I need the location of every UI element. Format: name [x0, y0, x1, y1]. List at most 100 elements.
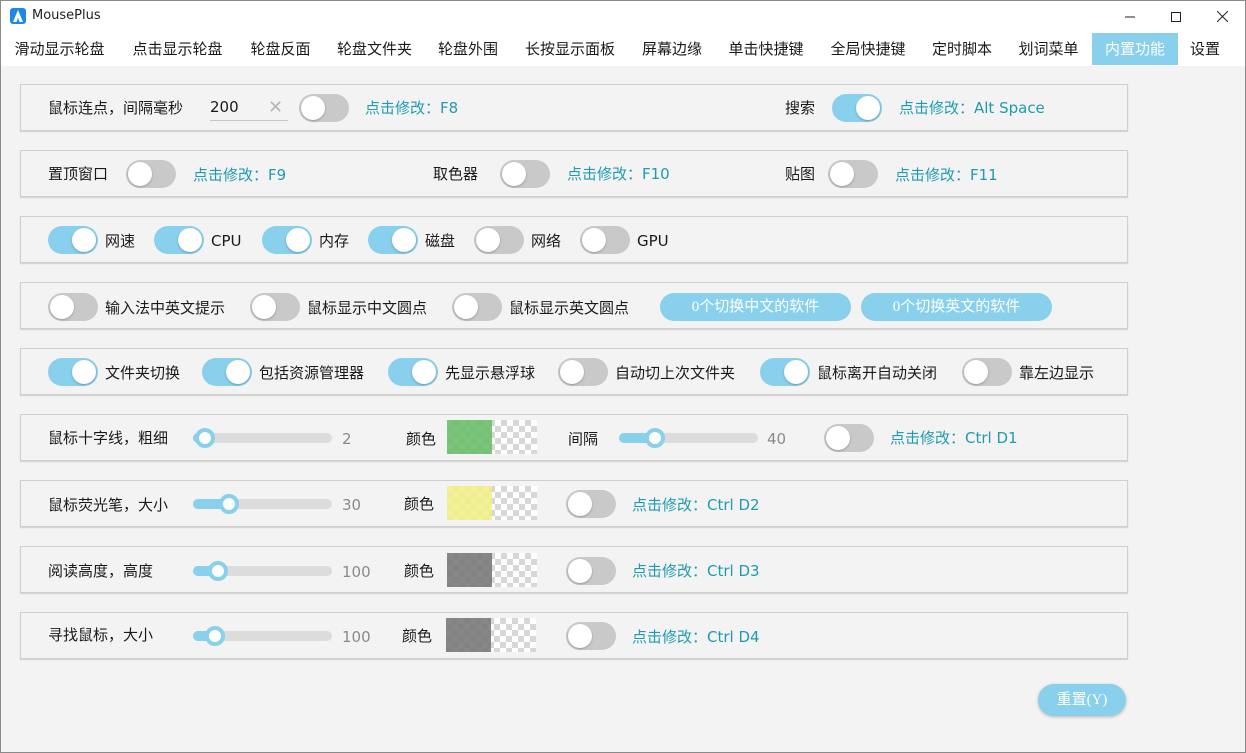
disk-label: 磁盘	[425, 232, 456, 250]
crosshair-slider-thumb[interactable]	[195, 428, 215, 448]
switch-cn-apps-button[interactable]: 0个切换中文的软件	[660, 293, 851, 321]
find-mouse-slider-thumb[interactable]	[205, 626, 225, 646]
color-picker-toggle[interactable]	[500, 160, 550, 188]
find-mouse-color-swatch[interactable]	[446, 618, 536, 652]
pin-window-hotkey[interactable]: 点击修改：F9	[193, 165, 286, 185]
network-toggle[interactable]	[474, 226, 524, 254]
panel-crosshair: 鼠标十字线，粗细 2 颜色 间隔 40 点击修改：Ctrl D1	[20, 414, 1128, 461]
crosshair-gap-thumb[interactable]	[645, 428, 665, 448]
highlighter-value: 30	[342, 496, 362, 514]
gpu-label: GPU	[637, 232, 669, 250]
crosshair-color-swatch[interactable]	[447, 420, 537, 454]
tab-wheel-folder[interactable]: 轮盘文件夹	[324, 33, 425, 65]
tab-builtin[interactable]: 内置功能	[1092, 33, 1178, 65]
explorer-label: 包括资源管理器	[259, 364, 365, 382]
auto-close-toggle[interactable]	[760, 358, 810, 386]
close-button[interactable]	[1199, 1, 1245, 32]
reading-toggle[interactable]	[566, 557, 616, 585]
crosshair-label: 鼠标十字线，粗细	[48, 429, 169, 447]
reset-button[interactable]: 重置(Y)	[1038, 684, 1126, 716]
crosshair-toggle[interactable]	[824, 424, 874, 452]
sticker-toggle[interactable]	[828, 160, 878, 188]
click-toggle[interactable]	[299, 94, 349, 122]
ime-hint-toggle[interactable]	[48, 293, 98, 321]
last-folder-toggle[interactable]	[558, 358, 608, 386]
crosshair-gap-value: 40	[767, 430, 787, 448]
network-label: 网络	[531, 232, 562, 250]
ime-hint-label: 输入法中英文提示	[105, 299, 226, 317]
last-folder-label: 自动切上次文件夹	[615, 364, 736, 382]
tab-screen-edge[interactable]: 屏幕边缘	[629, 33, 715, 65]
tab-longpress-panel[interactable]: 长按显示面板	[511, 33, 629, 65]
tab-wheel-back[interactable]: 轮盘反面	[237, 33, 324, 65]
net-speed-toggle[interactable]	[48, 226, 98, 254]
cn-dot-label: 鼠标显示中文圆点	[307, 299, 428, 317]
switch-en-apps-button[interactable]: 0个切换英文的软件	[861, 293, 1052, 321]
reading-hotkey[interactable]: 点击修改：Ctrl D3	[632, 561, 760, 581]
reading-slider-thumb[interactable]	[208, 561, 228, 581]
tab-slide-wheel[interactable]: 滑动显示轮盘	[1, 33, 118, 65]
crosshair-color-label: 颜色	[406, 430, 437, 448]
net-speed-label: 网速	[105, 232, 136, 250]
reading-color-swatch[interactable]	[447, 553, 537, 587]
disk-toggle[interactable]	[368, 226, 418, 254]
tab-click-wheel[interactable]: 点击显示轮盘	[118, 33, 237, 65]
gpu-toggle[interactable]	[580, 226, 630, 254]
find-mouse-hotkey[interactable]: 点击修改：Ctrl D4	[632, 627, 760, 647]
minimize-button[interactable]	[1107, 1, 1153, 32]
highlighter-hotkey[interactable]: 点击修改：Ctrl D2	[632, 495, 760, 515]
click-hotkey[interactable]: 点击修改：F8	[365, 98, 458, 118]
highlighter-color-swatch[interactable]	[447, 486, 537, 520]
sticker-hotkey[interactable]: 点击修改：F11	[895, 165, 998, 185]
tab-selection-menu[interactable]: 划词菜单	[1005, 33, 1092, 65]
find-mouse-label: 寻找鼠标，大小	[48, 626, 154, 644]
reading-slider[interactable]	[193, 561, 332, 581]
find-mouse-toggle[interactable]	[566, 622, 616, 650]
panel-highlighter: 鼠标荧光笔，大小 30 颜色 点击修改：Ctrl D2	[20, 480, 1128, 527]
find-mouse-slider[interactable]	[193, 626, 332, 646]
memory-toggle[interactable]	[262, 226, 312, 254]
crosshair-slider[interactable]	[193, 428, 332, 448]
click-interval-label: 鼠标连点，间隔毫秒	[48, 99, 184, 117]
close-icon	[1216, 11, 1228, 22]
panel-ime: 输入法中英文提示 鼠标显示中文圆点 鼠标显示英文圆点 0个切换中文的软件 0个切…	[20, 282, 1128, 329]
folder-switch-toggle[interactable]	[48, 358, 98, 386]
auto-close-label: 鼠标离开自动关闭	[817, 364, 938, 382]
en-dot-toggle[interactable]	[452, 293, 502, 321]
maximize-button[interactable]	[1153, 1, 1199, 32]
reading-value: 100	[342, 563, 371, 581]
sticker-label: 贴图	[785, 165, 816, 183]
title-bar: MousePlus	[1, 1, 1245, 33]
color-picker-label: 取色器	[433, 165, 479, 183]
float-ball-toggle[interactable]	[388, 358, 438, 386]
tab-settings[interactable]: 设置	[1178, 33, 1232, 65]
crosshair-hotkey[interactable]: 点击修改：Ctrl D1	[890, 428, 1018, 448]
tab-global-hotkey[interactable]: 全局快捷键	[817, 33, 919, 65]
color-picker-hotkey[interactable]: 点击修改：F10	[567, 164, 670, 184]
search-hotkey[interactable]: 点击修改：Alt Space	[899, 98, 1045, 118]
window-title: MousePlus	[32, 8, 101, 23]
crosshair-gap-slider[interactable]	[619, 428, 758, 448]
tab-wheel-outer[interactable]: 轮盘外围	[425, 33, 511, 65]
find-mouse-value: 100	[342, 628, 371, 646]
tab-click-hotkey[interactable]: 单击快捷键	[715, 33, 817, 65]
search-toggle[interactable]	[832, 94, 882, 122]
highlighter-slider[interactable]	[193, 494, 332, 514]
clear-icon[interactable]: ✕	[268, 99, 283, 117]
interval-input[interactable]: 200 ✕	[210, 95, 288, 121]
left-display-toggle[interactable]	[962, 358, 1012, 386]
float-ball-label: 先显示悬浮球	[445, 364, 536, 382]
reading-label: 阅读高度，高度	[48, 562, 154, 580]
panel-click-search: 鼠标连点，间隔毫秒 200 ✕ 点击修改：F8 搜索 点击修改：Alt Spac…	[20, 84, 1128, 131]
crosshair-gap-label: 间隔	[568, 430, 599, 448]
panel-pin-picker-sticker: 置顶窗口 点击修改：F9 取色器 点击修改：F10 贴图 点击修改：F11	[20, 150, 1128, 197]
pin-window-toggle[interactable]	[126, 160, 176, 188]
reading-color-label: 颜色	[404, 562, 435, 580]
memory-label: 内存	[319, 232, 350, 250]
tab-timer-script[interactable]: 定时脚本	[919, 33, 1005, 65]
explorer-toggle[interactable]	[202, 358, 252, 386]
highlighter-slider-thumb[interactable]	[219, 494, 239, 514]
cn-dot-toggle[interactable]	[250, 293, 300, 321]
highlighter-toggle[interactable]	[566, 490, 616, 518]
cpu-toggle[interactable]	[154, 226, 204, 254]
